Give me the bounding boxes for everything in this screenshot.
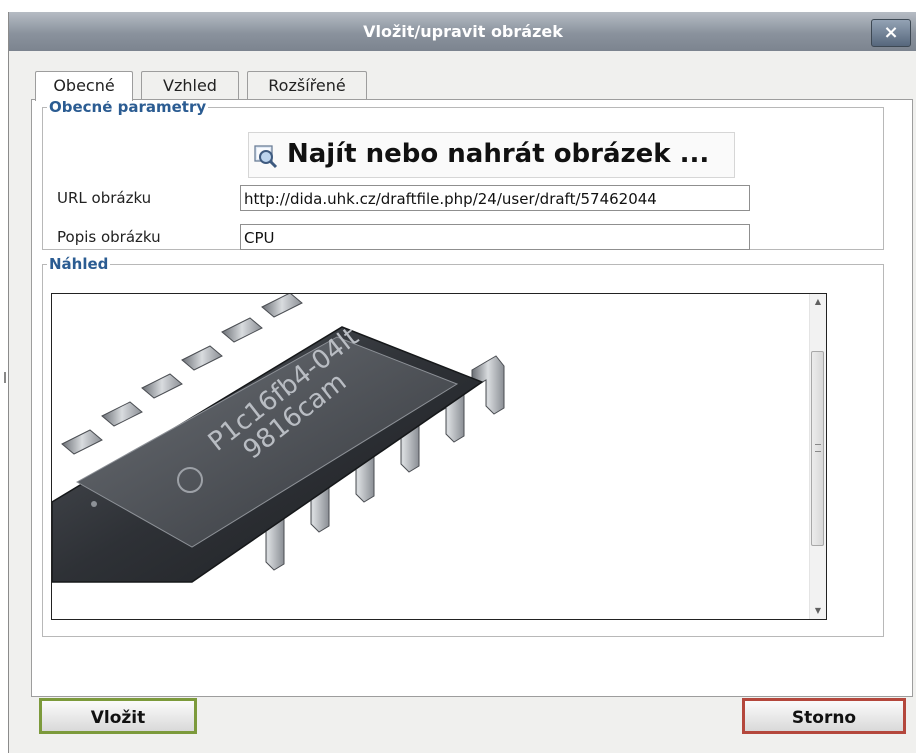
tab-appearance[interactable]: Vzhled — [141, 71, 239, 100]
tab-panel: Obecné parametry Najít nebo nahrát obráz… — [31, 98, 913, 697]
description-label: Popis obrázku — [57, 228, 161, 246]
edge-mark — [4, 372, 6, 383]
url-label: URL obrázku — [57, 189, 152, 207]
close-button[interactable]: × — [871, 19, 911, 47]
general-params-fieldset: Obecné parametry Najít nebo nahrát obráz… — [42, 98, 884, 250]
scroll-up-arrow-icon[interactable]: ▲ — [810, 294, 826, 310]
close-icon: × — [883, 22, 899, 43]
image-dialog: Vložit/upravit obrázek × Obecné Vzhled R… — [8, 12, 916, 753]
magnifier-image-icon — [254, 145, 278, 169]
dialog-body: Obecné Vzhled Rozšířené Obecné parametry… — [31, 71, 913, 697]
preview-scrollbar[interactable]: ▲ ▼ — [809, 294, 826, 619]
dialog-titlebar[interactable]: Vložit/upravit obrázek × — [9, 12, 916, 51]
dialog-title: Vložit/upravit obrázek — [363, 22, 563, 41]
tab-general[interactable]: Obecné — [35, 71, 133, 101]
preview-area[interactable]: P1c16fb4-04lt 9816cam ▲ ▼ — [51, 293, 827, 620]
find-upload-button[interactable]: Najít nebo nahrát obrázek ... — [248, 132, 735, 178]
microchip-image: P1c16fb4-04lt 9816cam — [52, 294, 505, 583]
scroll-down-arrow-icon[interactable]: ▼ — [810, 603, 826, 619]
description-input[interactable]: CPU — [240, 224, 750, 250]
grip-icon — [815, 444, 821, 452]
preview-fieldset: Náhled P1c16fb4-04lt 9816cam ▲ ▼ — [42, 255, 884, 637]
insert-button[interactable]: Vložit — [39, 698, 197, 734]
tab-advanced[interactable]: Rozšířené — [247, 71, 367, 100]
cancel-button[interactable]: Storno — [742, 698, 906, 734]
scroll-thumb[interactable] — [811, 351, 824, 546]
preview-legend: Náhled — [49, 255, 109, 273]
url-input[interactable]: http://dida.uhk.cz/draftfile.php/24/user… — [240, 185, 750, 211]
find-upload-label: Najít nebo nahrát obrázek ... — [287, 139, 710, 169]
